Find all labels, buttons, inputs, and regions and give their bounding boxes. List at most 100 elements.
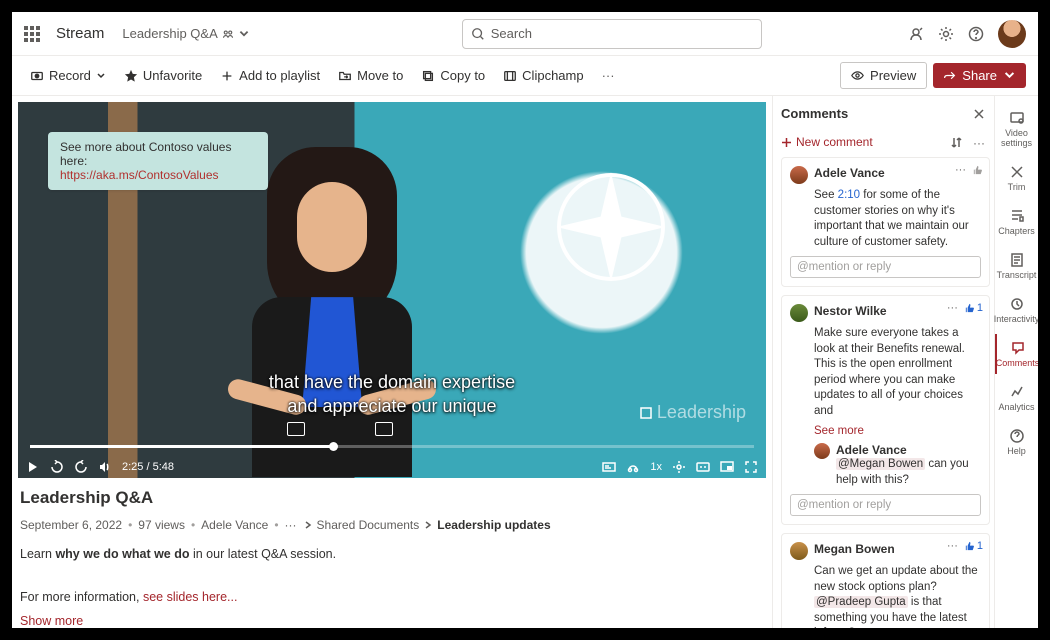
comment-like-button[interactable]: 1 [964, 540, 983, 552]
more-commands-button[interactable]: ··· [596, 64, 621, 87]
feed-icon[interactable] [908, 26, 924, 42]
clipchamp-button[interactable]: Clipchamp [497, 64, 589, 87]
comment-reply: Adele Vance@Megan Bowen can you help wit… [814, 443, 981, 488]
new-comment-label: New comment [796, 135, 873, 149]
folder-move-icon [338, 69, 352, 83]
rail-label: Chapters [998, 226, 1035, 236]
record-label: Record [49, 68, 91, 83]
app-launcher-icon[interactable] [24, 26, 40, 42]
plus-icon [781, 137, 792, 148]
video-watermark: Leadership [639, 402, 746, 423]
preview-button[interactable]: Preview [840, 62, 927, 89]
fullscreen-button[interactable] [744, 460, 758, 474]
rail-item-interactivity[interactable]: Interactivity [995, 290, 1038, 330]
quality-settings-button[interactable] [672, 460, 686, 474]
comment-more-button[interactable]: ··· [973, 136, 986, 149]
play-button[interactable] [26, 460, 40, 474]
clipchamp-label: Clipchamp [522, 68, 583, 83]
share-button[interactable]: Share [933, 63, 1026, 88]
volume-button[interactable] [98, 460, 112, 474]
search-input[interactable]: Search [462, 19, 762, 49]
preview-label: Preview [870, 68, 916, 83]
reply-author: Adele Vance [836, 443, 981, 457]
rewind-10-button[interactable] [50, 460, 64, 474]
rail-label: Help [1007, 446, 1026, 456]
unfavorite-button[interactable]: Unfavorite [118, 64, 208, 87]
comment-more-button[interactable]: ··· [955, 164, 966, 176]
reply-input[interactable]: @mention or reply [790, 256, 981, 278]
plus-icon [220, 69, 234, 83]
copy-to-button[interactable]: Copy to [415, 64, 491, 87]
breadcrumb[interactable]: Shared Documents Leadership updates [303, 518, 551, 532]
forward-10-button[interactable] [74, 460, 88, 474]
comments-heading: Comments [781, 106, 848, 121]
share-label: Share [962, 68, 997, 83]
comment-like-button[interactable]: 1 [964, 302, 983, 314]
pip-button[interactable] [720, 460, 734, 474]
captions: that have the domain expertise and appre… [269, 371, 515, 418]
comment-avatar [790, 542, 808, 560]
rail-item-help[interactable]: Help [995, 422, 1038, 462]
move-to-button[interactable]: Move to [332, 64, 409, 87]
user-avatar[interactable] [998, 20, 1026, 48]
time-display: 2:25 / 5:48 [122, 461, 174, 473]
document-title-crumb[interactable]: Leadership Q&A [122, 26, 249, 41]
reply-input[interactable]: @mention or reply [790, 494, 981, 516]
video-title: Leadership Q&A [20, 488, 764, 508]
show-more-button[interactable]: Show more [20, 614, 764, 628]
comment-author: Megan Bowen [814, 542, 895, 556]
add-to-playlist-button[interactable]: Add to playlist [214, 64, 326, 87]
rail-item-trim[interactable]: Trim [995, 158, 1038, 198]
sort-icon[interactable] [950, 136, 963, 149]
slides-link[interactable]: see slides here... [143, 590, 238, 604]
unfavorite-label: Unfavorite [143, 68, 202, 83]
chevron-right-icon [423, 520, 433, 530]
comment-avatar [790, 166, 808, 184]
rail-label: Analytics [998, 402, 1034, 412]
close-icon[interactable] [972, 107, 986, 121]
rail-label: Comments [996, 358, 1038, 368]
video-player[interactable]: See more about Contoso values here: http… [18, 102, 766, 478]
video-metadata: September 6, 2022• 97 views• Adele Vance… [20, 518, 764, 532]
share-icon [943, 69, 956, 82]
record-button[interactable]: Record [24, 64, 112, 87]
rail-label: Interactivity [994, 314, 1038, 324]
meta-more-button[interactable]: ··· [285, 518, 297, 532]
search-icon [471, 27, 485, 41]
search-placeholder: Search [491, 26, 532, 41]
breadcrumb-item[interactable]: Shared Documents [317, 518, 420, 532]
rail-item-comments[interactable]: Comments [995, 334, 1038, 374]
comment-like-button[interactable] [972, 165, 983, 176]
comment-author: Nestor Wilke [814, 304, 887, 318]
brand-label: Stream [56, 25, 104, 42]
chevron-right-icon [303, 520, 313, 530]
playback-speed[interactable]: 1x [650, 461, 662, 473]
settings-icon[interactable] [938, 26, 954, 42]
rail-item-analytics[interactable]: Analytics [995, 378, 1038, 418]
rail-item-chapters[interactable]: Chapters [995, 202, 1038, 242]
video-settings-icon [1009, 110, 1025, 126]
doc-title: Leadership Q&A [122, 26, 217, 41]
comment-card: Megan Bowen ··· 1 Can we get an update a… [781, 533, 990, 628]
transcript-icon [1009, 252, 1025, 268]
comment-author: Adele Vance [814, 166, 885, 180]
rail-label: Transcript [997, 270, 1037, 280]
video-callout[interactable]: See more about Contoso values here: http… [48, 132, 268, 190]
comment-see-more[interactable]: See more [814, 425, 981, 437]
comment-more-button[interactable]: ··· [947, 302, 958, 314]
captions-button[interactable] [696, 460, 710, 474]
transcript-toggle[interactable] [602, 460, 616, 474]
comment-avatar [790, 304, 808, 322]
progress-bar[interactable] [30, 445, 754, 448]
rail-label: Video settings [995, 128, 1038, 148]
copy-icon [421, 69, 435, 83]
audio-settings-button[interactable] [626, 460, 640, 474]
caption-line2: and appreciate our unique [269, 395, 515, 418]
comment-more-button[interactable]: ··· [947, 540, 958, 552]
new-comment-button[interactable]: New comment [781, 135, 873, 149]
rail-item-video-settings[interactable]: Video settings [995, 104, 1038, 154]
help-icon[interactable] [968, 26, 984, 42]
rail-item-transcript[interactable]: Transcript [995, 246, 1038, 286]
comment-card: Nestor Wilke ··· 1 Make sure everyone ta… [781, 295, 990, 525]
callout-link[interactable]: https://aka.ms/ContosoValues [60, 168, 219, 182]
